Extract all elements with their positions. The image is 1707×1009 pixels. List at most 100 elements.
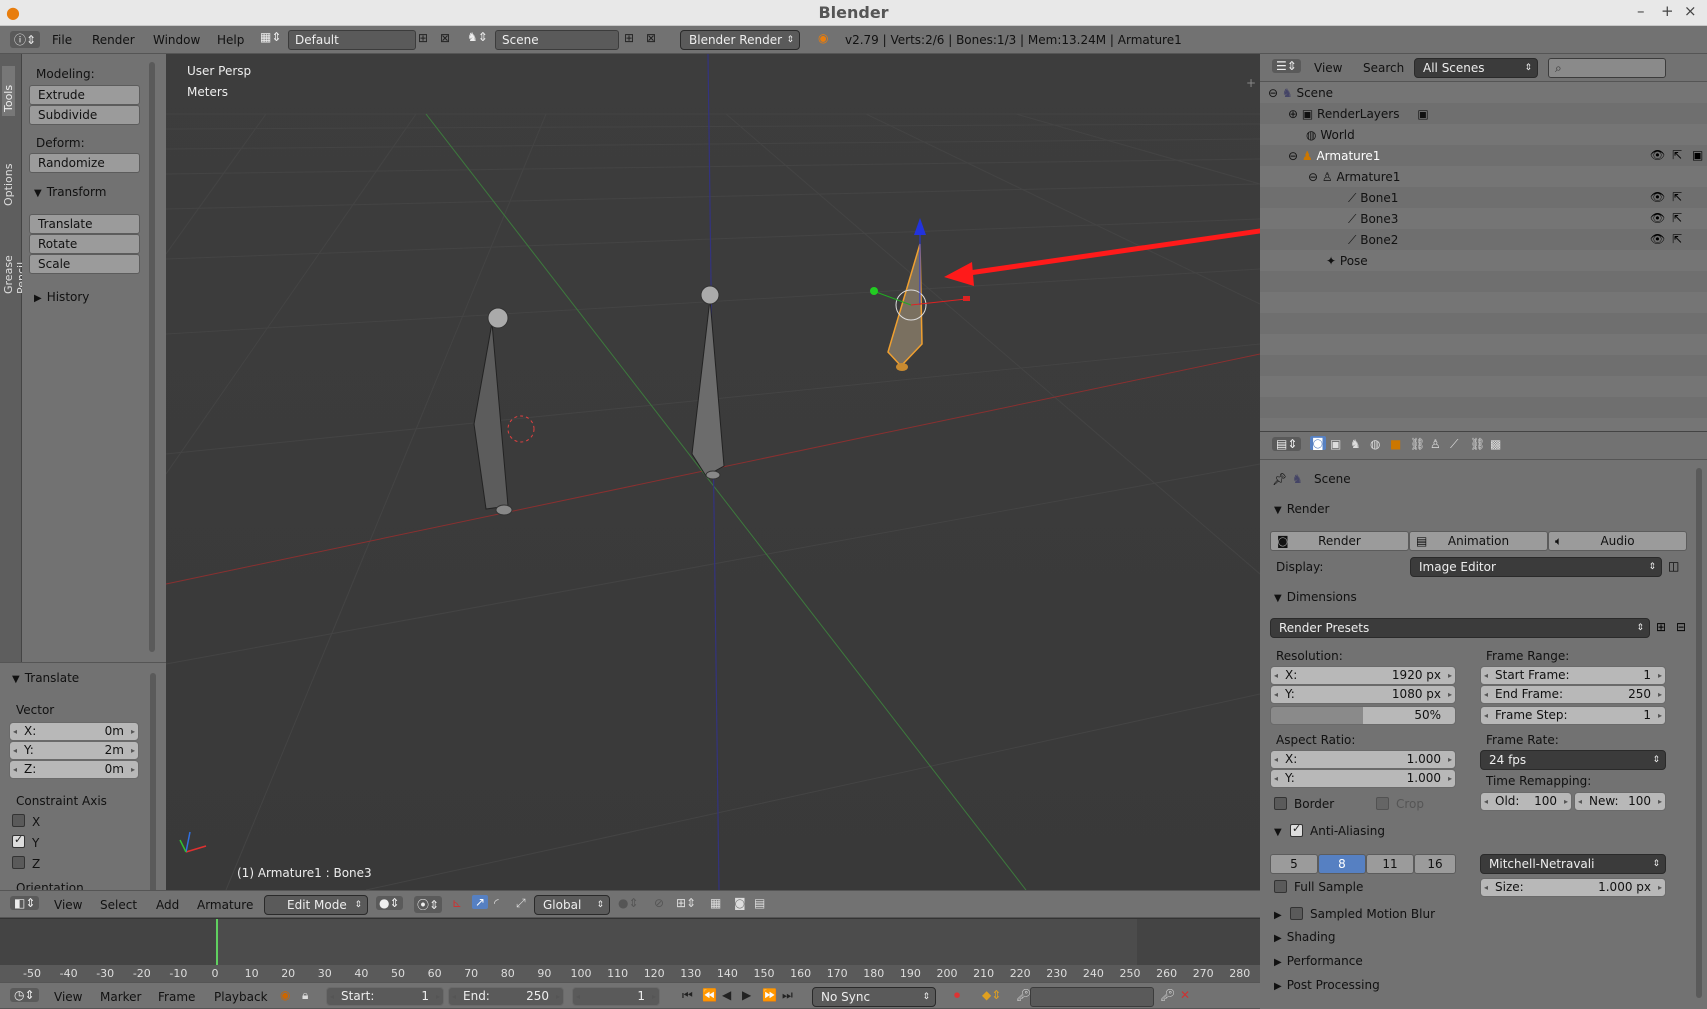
scene-tab-icon[interactable]: ♞: [1350, 437, 1361, 451]
visibility-eye-icon[interactable]: 👁︎: [1650, 148, 1665, 162]
menu-marker[interactable]: Marker: [100, 990, 141, 1004]
frame-rate-selector[interactable]: 24 fps ⇕: [1480, 750, 1666, 770]
post-processing-panel-header[interactable]: ▶ Post Processing: [1274, 978, 1380, 992]
render-preview-icon[interactable]: ◙: [734, 896, 746, 910]
layout-selector[interactable]: Default: [288, 30, 416, 50]
rotate-button[interactable]: Rotate: [29, 234, 140, 254]
outliner-row-bone1[interactable]: ⟋ Bone1: [1348, 188, 1398, 208]
shading-panel-header[interactable]: ▶ Shading: [1274, 930, 1335, 944]
constraints-tab-icon[interactable]: ⛓: [1410, 437, 1425, 451]
scale-manipulator-icon[interactable]: ⤢: [516, 896, 526, 911]
dimensions-panel-header[interactable]: ▼ Dimensions: [1274, 590, 1357, 604]
new-window-icon[interactable]: ◫: [1668, 559, 1679, 573]
constraint-x-checkbox[interactable]: [12, 814, 25, 827]
anti-aliasing-checkbox[interactable]: [1290, 822, 1303, 837]
border-checkbox[interactable]: [1274, 797, 1287, 810]
menu-frame[interactable]: Frame: [158, 990, 195, 1004]
layer-icon[interactable]: ●⇕: [618, 896, 639, 910]
render-tab-icon[interactable]: ◙: [1310, 436, 1326, 450]
texture-tab-icon[interactable]: ▩: [1490, 437, 1501, 451]
menu-help[interactable]: Help: [217, 33, 244, 47]
add-preset-icon[interactable]: ⊞: [1656, 620, 1666, 634]
outliner-editor-icon[interactable]: ☰⇕: [1272, 59, 1301, 73]
bone-tab-icon[interactable]: ⟋: [1450, 437, 1458, 452]
full-sample-checkbox[interactable]: [1274, 880, 1287, 893]
maximize-button[interactable]: +: [1661, 2, 1674, 20]
menu-render[interactable]: Render: [92, 33, 135, 47]
renderability-camera-icon[interactable]: ▣: [1692, 148, 1703, 162]
record-icon[interactable]: ⏺: [954, 988, 960, 1003]
mode-selector[interactable]: Edit Mode ⇕: [264, 895, 368, 915]
viewport-corner-plus-icon[interactable]: +: [1246, 76, 1256, 90]
render-engine-selector[interactable]: Blender Render ⇕: [680, 30, 800, 50]
frame-step-field[interactable]: ◂ Frame Step: 1 ▸: [1480, 706, 1666, 725]
timeline-area[interactable]: -50 -40 -30 -20 -10 0 10 20 30 40 50 60 70 80 90 100 110…: [0, 918, 1260, 983]
randomize-button[interactable]: Randomize: [29, 153, 140, 173]
shading-sphere-icon[interactable]: ●⇕: [376, 896, 403, 910]
sync-selector[interactable]: No Sync ⇕: [812, 987, 936, 1007]
menu-add[interactable]: Add: [156, 898, 179, 912]
preview-range-icon[interactable]: ◉: [280, 988, 290, 1002]
end-frame-field[interactable]: ◂ End Frame: 250 ▸: [1480, 685, 1666, 704]
remove-scene-icon[interactable]: ⊠: [646, 31, 656, 45]
anti-aliasing-panel-header[interactable]: ▼: [1274, 824, 1287, 838]
subdivide-button[interactable]: Subdivide: [29, 105, 140, 125]
render-presets-selector[interactable]: Render Presets ⇕: [1270, 618, 1650, 638]
motion-blur-checkbox[interactable]: [1290, 907, 1303, 920]
history-panel-header[interactable]: ▶ History: [34, 290, 89, 304]
start-frame-field[interactable]: ◂ Start: 1 ▸: [326, 987, 444, 1006]
audio-button[interactable]: 🔈︎ Audio: [1548, 531, 1687, 551]
start-frame-field[interactable]: ◂ Start Frame: 1 ▸: [1480, 666, 1666, 685]
performance-panel-header[interactable]: ▶ Performance: [1274, 954, 1363, 968]
outliner-row-renderlayers[interactable]: ⊕ ▣ RenderLayers ▣: [1288, 104, 1429, 124]
close-button[interactable]: ×: [1684, 2, 1697, 20]
pin-icon[interactable]: 📌︎: [1272, 472, 1287, 486]
view3d-editor-icon[interactable]: ◧⇕: [10, 896, 40, 910]
next-keyframe-icon[interactable]: ⏩: [762, 988, 777, 1002]
world-tab-icon[interactable]: ◍: [1370, 437, 1380, 451]
vector-y-field[interactable]: ◂ Y: 2m ▸: [9, 741, 139, 760]
render-panel-header[interactable]: ▼ Render: [1274, 502, 1329, 516]
constraint-z-checkbox[interactable]: [12, 856, 25, 869]
aa-sample-11-button[interactable]: 11: [1366, 854, 1414, 874]
translate-operator-header[interactable]: ▼ Translate: [12, 671, 79, 685]
transform-panel-header[interactable]: ▼ Transform: [34, 185, 106, 199]
jump-end-icon[interactable]: ⏭: [782, 988, 793, 1003]
menu-file[interactable]: File: [52, 33, 72, 47]
resolution-x-field[interactable]: ◂ X: 1920 px ▸: [1270, 666, 1456, 685]
play-icon[interactable]: ▶: [742, 988, 751, 1002]
snap-icon[interactable]: ⊞⇕: [676, 896, 696, 910]
menu-view[interactable]: View: [54, 898, 82, 912]
aa-filter-selector[interactable]: Mitchell-Netravali ⇕: [1480, 854, 1666, 874]
menu-window[interactable]: Window: [153, 33, 200, 47]
aa-sample-5-button[interactable]: 5: [1270, 854, 1318, 874]
render-button[interactable]: ◙ Render: [1270, 531, 1409, 551]
translate-button[interactable]: Translate: [29, 214, 140, 234]
add-layout-icon[interactable]: ⊞: [418, 31, 428, 45]
outliner-row-armature-data[interactable]: ⊖ ♙ Armature1: [1308, 167, 1400, 187]
rotate-manipulator-icon[interactable]: ◜: [494, 896, 499, 910]
armature-tab-icon[interactable]: ♙: [1430, 437, 1441, 451]
menu-armature[interactable]: Armature: [197, 898, 253, 912]
snap-element-icon[interactable]: ▦: [710, 896, 721, 910]
bone-constraints-tab-icon[interactable]: ⛓: [1470, 437, 1485, 451]
scene-icon[interactable]: ♞⇕: [467, 30, 488, 44]
operator-scrollbar[interactable]: [150, 673, 156, 909]
selectability-cursor-icon[interactable]: ⇱: [1672, 232, 1682, 246]
old-remap-field[interactable]: ◂ Old: 100 ▸: [1480, 792, 1572, 811]
aa-size-field[interactable]: ◂ Size: 1.000 px ▸: [1480, 878, 1666, 897]
visibility-eye-icon[interactable]: 👁︎: [1650, 190, 1665, 204]
object-tab-icon[interactable]: ■: [1390, 437, 1401, 451]
add-scene-icon[interactable]: ⊞: [624, 31, 634, 45]
end-frame-field[interactable]: ◂ End: 250 ▸: [448, 987, 564, 1006]
outliner-search-input[interactable]: ⌕: [1548, 58, 1666, 78]
pivot-icon[interactable]: ⦿⇕: [414, 896, 443, 913]
render-layers-tab-icon[interactable]: ▣: [1330, 437, 1341, 451]
render-anim-icon[interactable]: ▤: [754, 896, 765, 910]
jump-start-icon[interactable]: ⏮: [682, 988, 693, 1003]
resolution-percentage-slider[interactable]: 50%: [1270, 706, 1456, 725]
timeline-editor-icon[interactable]: ◷⇕: [10, 988, 39, 1002]
outliner-row-armature-object[interactable]: ⊖ ♟ Armature1: [1288, 146, 1380, 166]
prev-keyframe-icon[interactable]: ⏪: [702, 988, 717, 1002]
tab-tools[interactable]: Tools: [2, 66, 15, 116]
